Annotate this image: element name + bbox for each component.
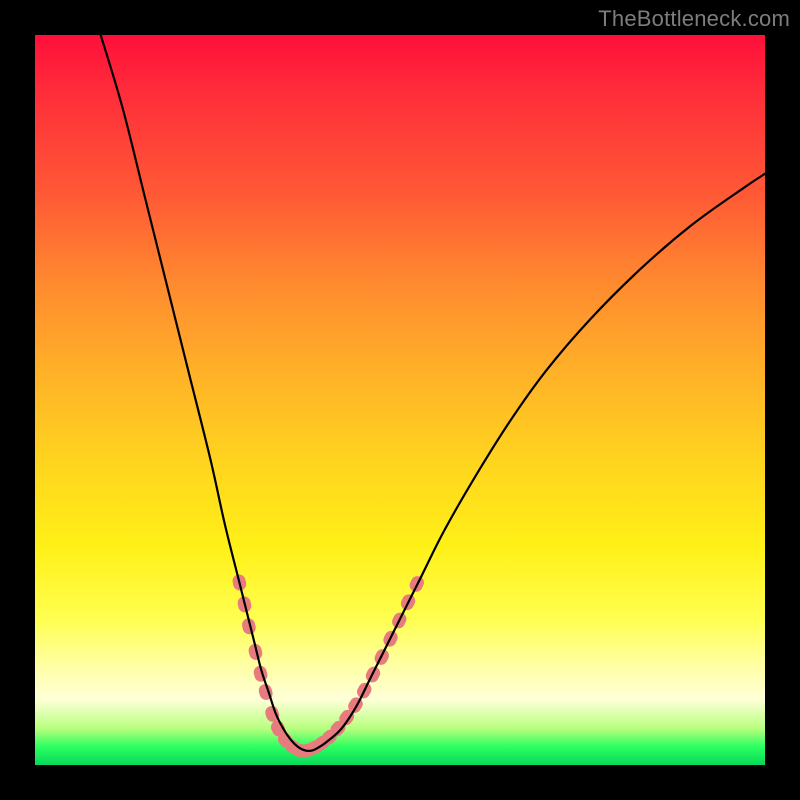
bottleneck-curve: [101, 35, 765, 751]
chart-frame: TheBottleneck.com: [0, 0, 800, 800]
curve-layer: [35, 35, 765, 765]
plot-area: [35, 35, 765, 765]
watermark-text: TheBottleneck.com: [598, 6, 790, 32]
